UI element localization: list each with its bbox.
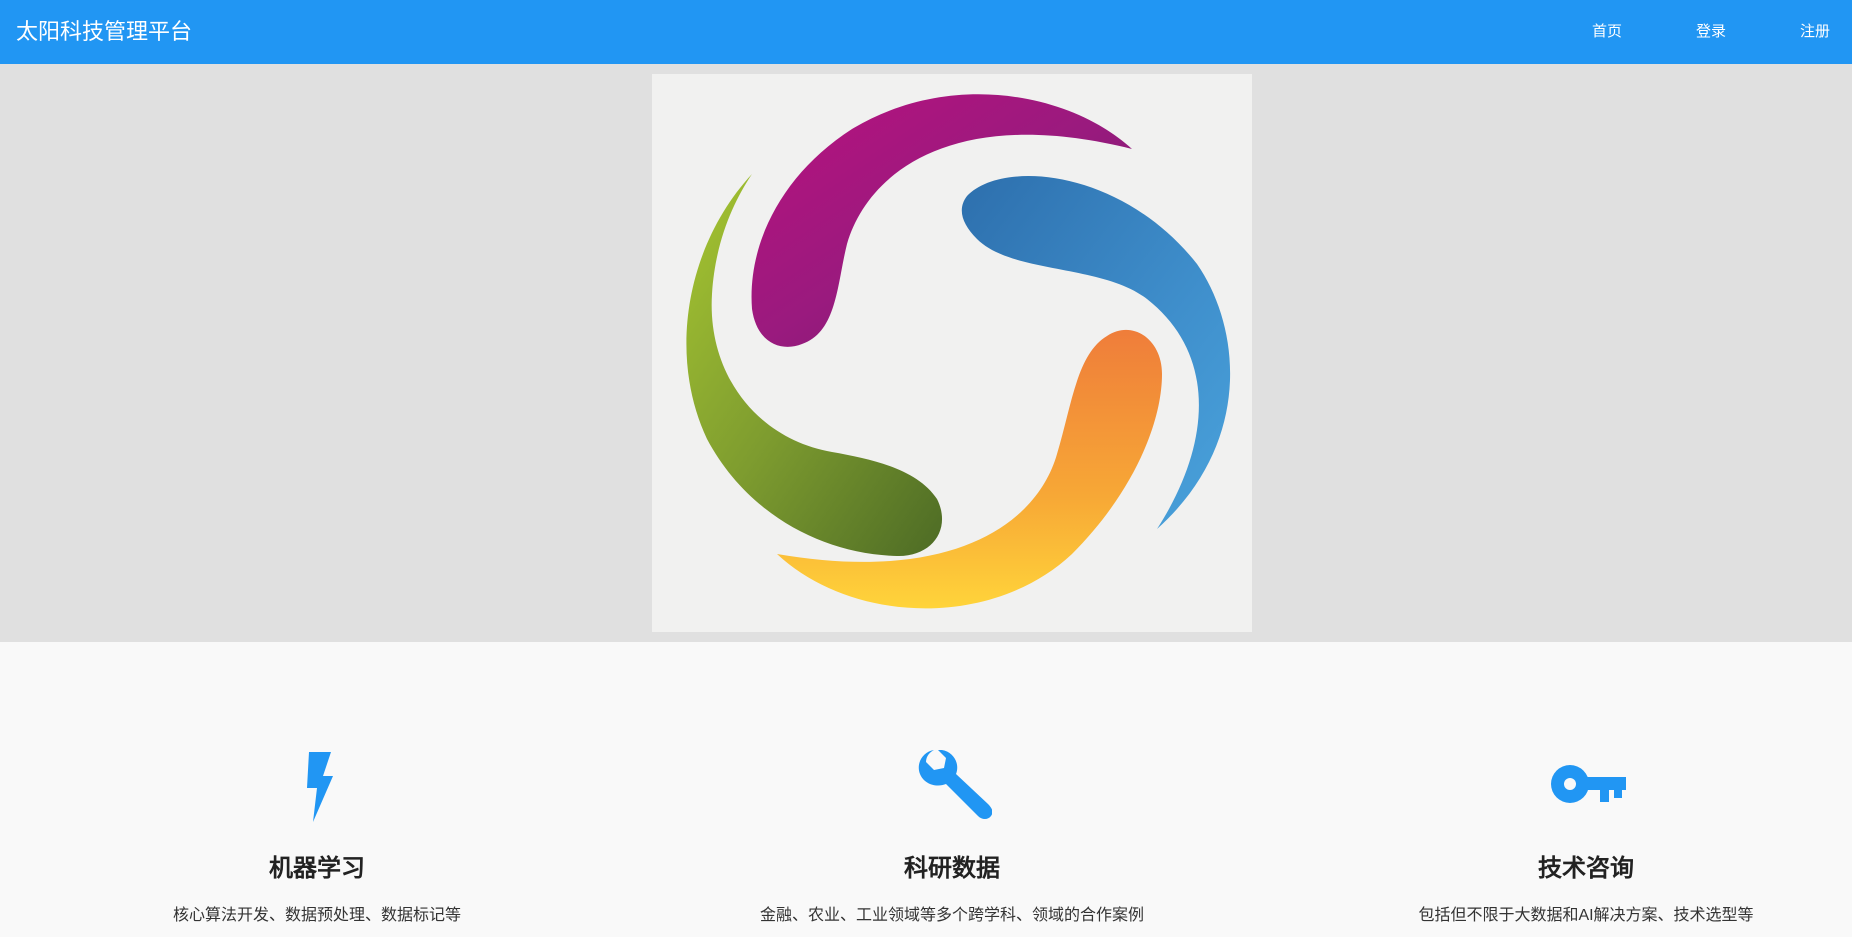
nav-link-login[interactable]: 登录 [1696, 23, 1726, 41]
feature-title: 科研数据 [904, 855, 1000, 882]
nav-link-home[interactable]: 首页 [1592, 23, 1622, 41]
lightning-bolt-icon [277, 744, 357, 824]
nav-link-register[interactable]: 注册 [1800, 23, 1830, 41]
feature-tech-consulting: 技术咨询 包括但不限于大数据和AI解决方案、技术选型等 [1286, 642, 1852, 937]
hero-logo-image [652, 74, 1252, 632]
feature-description: 核心算法开发、数据预处理、数据标记等 [172, 907, 461, 924]
feature-description: 包括但不限于大数据和AI解决方案、技术选型等 [1418, 907, 1754, 924]
top-navbar: 太阳科技管理平台 首页 登录 注册 [0, 0, 1852, 64]
hero-banner [0, 64, 1852, 642]
key-icon [1546, 744, 1626, 824]
feature-description: 金融、农业、工业领域等多个跨学科、领域的合作案例 [759, 907, 1144, 924]
feature-title: 机器学习 [269, 855, 365, 882]
features-section: 机器学习 核心算法开发、数据预处理、数据标记等 科研数据 金融、农业、工业领域等… [0, 642, 1852, 937]
brand-title[interactable]: 太阳科技管理平台 [16, 19, 192, 45]
feature-title: 技术咨询 [1538, 855, 1634, 882]
feature-research-data: 科研数据 金融、农业、工业领域等多个跨学科、领域的合作案例 [652, 642, 1252, 937]
feature-machine-learning: 机器学习 核心算法开发、数据预处理、数据标记等 [17, 642, 617, 937]
wrench-icon [912, 744, 992, 824]
